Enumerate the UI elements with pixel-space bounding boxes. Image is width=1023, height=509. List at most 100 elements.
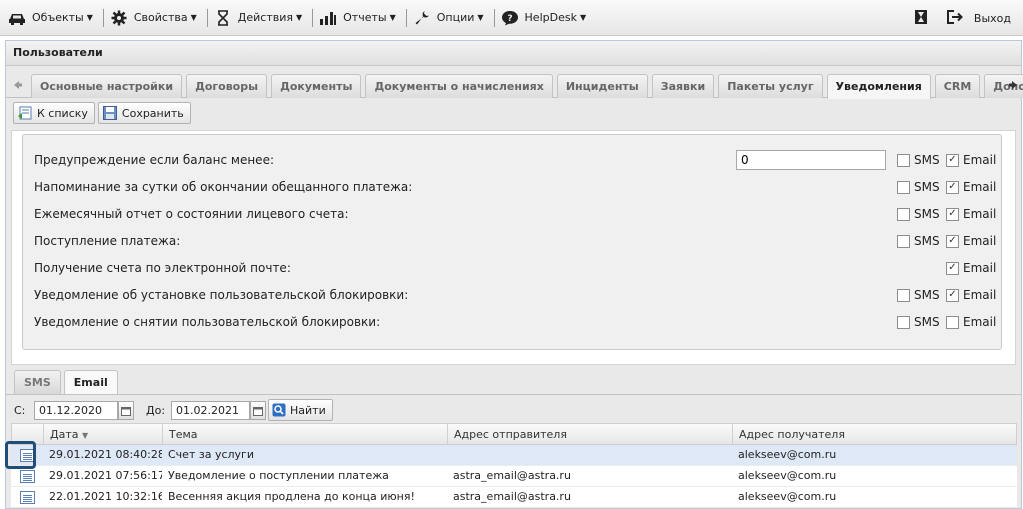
save-button[interactable]: Сохранить [97, 102, 191, 124]
exit-label[interactable]: Выход [974, 12, 1011, 25]
tab-contracts[interactable]: Договоры [186, 74, 268, 98]
back-to-list-button[interactable]: К списку [13, 102, 95, 124]
sms-checkbox[interactable] [897, 153, 910, 167]
tab-main-settings[interactable]: Основные настройки [31, 74, 183, 98]
save-label: Сохранить [121, 106, 184, 120]
sms-checkbox[interactable] [897, 207, 910, 221]
column-header-to[interactable]: Адрес получателя [732, 424, 1016, 444]
chevron-down-icon: ▼ [389, 13, 396, 22]
sms-checkbox-wrap: SMS [897, 315, 940, 329]
cell-topic: Счет за услуги [168, 448, 254, 461]
sms-checkbox-wrap: SMS [897, 288, 940, 302]
balance-threshold-input[interactable] [736, 150, 886, 170]
setting-label: Уведомление о снятии пользовательской бл… [34, 315, 381, 329]
gear-icon [110, 9, 128, 27]
email-checkbox[interactable]: ✓ [946, 180, 959, 194]
menu-options-label: Опции [436, 11, 475, 24]
menu-objects[interactable]: Объекты ▼ [8, 7, 93, 29]
calendar-icon[interactable] [250, 401, 266, 420]
email-checkbox-label: Email [963, 288, 997, 302]
tab-sms[interactable]: SMS [14, 370, 61, 394]
tab-documents[interactable]: Документы [271, 74, 362, 98]
selection-highlight [5, 441, 36, 469]
column-header-topic[interactable]: Тема [162, 424, 447, 444]
find-button[interactable]: Найти [268, 399, 333, 421]
menu-properties[interactable]: Свойства ▼ [110, 7, 197, 29]
table-row[interactable]: 29.01.2021 07:56:17 Уведомление о поступ… [11, 466, 1017, 487]
cell-date: 29.01.2021 08:40:28 [49, 448, 162, 461]
date-from-input[interactable]: 01.12.2020 [34, 401, 118, 420]
cell-to: alekseev@com.ru [738, 490, 837, 503]
tab-charge-documents[interactable]: Документы о начислениях [365, 74, 553, 98]
tab-requests[interactable]: Заявки [651, 74, 715, 98]
exit-icon[interactable] [946, 9, 964, 28]
menu-helpdesk-label: HelpDesk [524, 11, 577, 24]
email-checkbox-wrap: ✓ Email [946, 288, 996, 302]
message-icon[interactable] [19, 469, 35, 483]
car-icon [8, 9, 26, 27]
find-label: Найти [290, 403, 326, 417]
calendar-icon[interactable] [118, 401, 134, 420]
tab-service-packages[interactable]: Пакеты услуг [718, 74, 823, 98]
cell-topic: Уведомление о поступлении платежа [168, 469, 389, 482]
email-checkbox[interactable]: ✓ [946, 207, 959, 221]
setting-label: Ежемесячный отчет о состоянии лицевого с… [34, 207, 349, 221]
tabstrip: Основные настройки Договоры Документы До… [6, 70, 1023, 99]
toolbar: К списку Сохранить [13, 102, 194, 126]
email-checkbox[interactable]: ✓ [946, 261, 959, 275]
setting-row: Предупреждение если баланс менее: SMS ✓ … [23, 147, 1003, 174]
email-checkbox-wrap: ✓ Email [946, 234, 996, 248]
tab-scroll-left-icon[interactable] [10, 75, 26, 95]
table-header: Дата ▼ Тема Адрес отправителя Адрес полу… [11, 423, 1017, 445]
date-to-label: До: [146, 404, 166, 417]
sms-checkbox[interactable] [897, 315, 910, 329]
email-checkbox-label: Email [963, 261, 997, 275]
message-type-tabs: SMS Email [14, 370, 121, 395]
menu-separator [405, 8, 407, 27]
menu-reports[interactable]: Отчеты ▼ [319, 7, 396, 29]
setting-label: Уведомление об установке пользовательско… [34, 288, 409, 302]
table-row[interactable]: 22.01.2021 10:32:16 Весенняя акция продл… [11, 487, 1017, 508]
email-checkbox-label: Email [963, 153, 997, 167]
tab-crm[interactable]: CRM [934, 74, 981, 98]
chevron-down-icon: ▼ [190, 13, 197, 22]
chevron-down-icon: ▼ [579, 13, 587, 22]
chevron-down-icon: ▼ [477, 13, 484, 22]
sms-checkbox[interactable] [897, 234, 910, 248]
menu-separator [312, 8, 314, 27]
tabs: Основные настройки Договоры Документы До… [31, 74, 1023, 99]
sms-checkbox[interactable] [897, 180, 910, 194]
menu-options[interactable]: Опции ▼ [413, 7, 484, 29]
setting-row: Поступление платежа: SMS ✓ Email [23, 228, 1003, 255]
sms-checkbox-label: SMS [914, 315, 940, 329]
tab-incidents[interactable]: Инциденты [556, 74, 648, 98]
email-checkbox-label: Email [963, 315, 997, 329]
email-checkbox[interactable] [946, 315, 959, 329]
sms-checkbox[interactable] [897, 288, 910, 302]
hourglass-box-icon[interactable] [914, 9, 928, 28]
cell-from: astra_email@astra.ru [453, 490, 571, 503]
menu-helpdesk[interactable]: ? HelpDesk ▼ [501, 7, 587, 29]
tab-email[interactable]: Email [63, 370, 118, 395]
setting-row: Напоминание за сутки об окончании обещан… [23, 174, 1003, 201]
date-to-input[interactable]: 01.02.2021 [171, 401, 250, 420]
chevron-down-icon: ▼ [86, 13, 93, 22]
sms-checkbox-label: SMS [914, 207, 940, 221]
back-to-list-label: К списку [37, 106, 88, 120]
tab-notifications[interactable]: Уведомления [826, 74, 931, 99]
email-checkbox[interactable]: ✓ [946, 288, 959, 302]
message-icon[interactable] [19, 490, 35, 504]
column-header-from[interactable]: Адрес отправителя [447, 424, 732, 444]
column-header-date[interactable]: Дата ▼ [43, 424, 162, 444]
email-checkbox[interactable]: ✓ [946, 153, 959, 167]
column-header-date-label: Дата [50, 428, 79, 441]
email-checkbox[interactable]: ✓ [946, 234, 959, 248]
bar-chart-icon [319, 9, 337, 27]
menu-actions[interactable]: Действия ▼ [214, 7, 302, 29]
sort-desc-icon: ▼ [81, 431, 89, 440]
tab-scroll-right-icon[interactable] [1005, 75, 1021, 95]
email-checkbox-wrap: ✓ Email [946, 153, 996, 167]
email-checkbox-wrap: ✓ Email [946, 207, 996, 221]
table-row[interactable]: 29.01.2021 08:40:28 Счет за услуги aleks… [11, 445, 1017, 466]
email-checkbox-wrap: ✓ Email [946, 261, 996, 275]
